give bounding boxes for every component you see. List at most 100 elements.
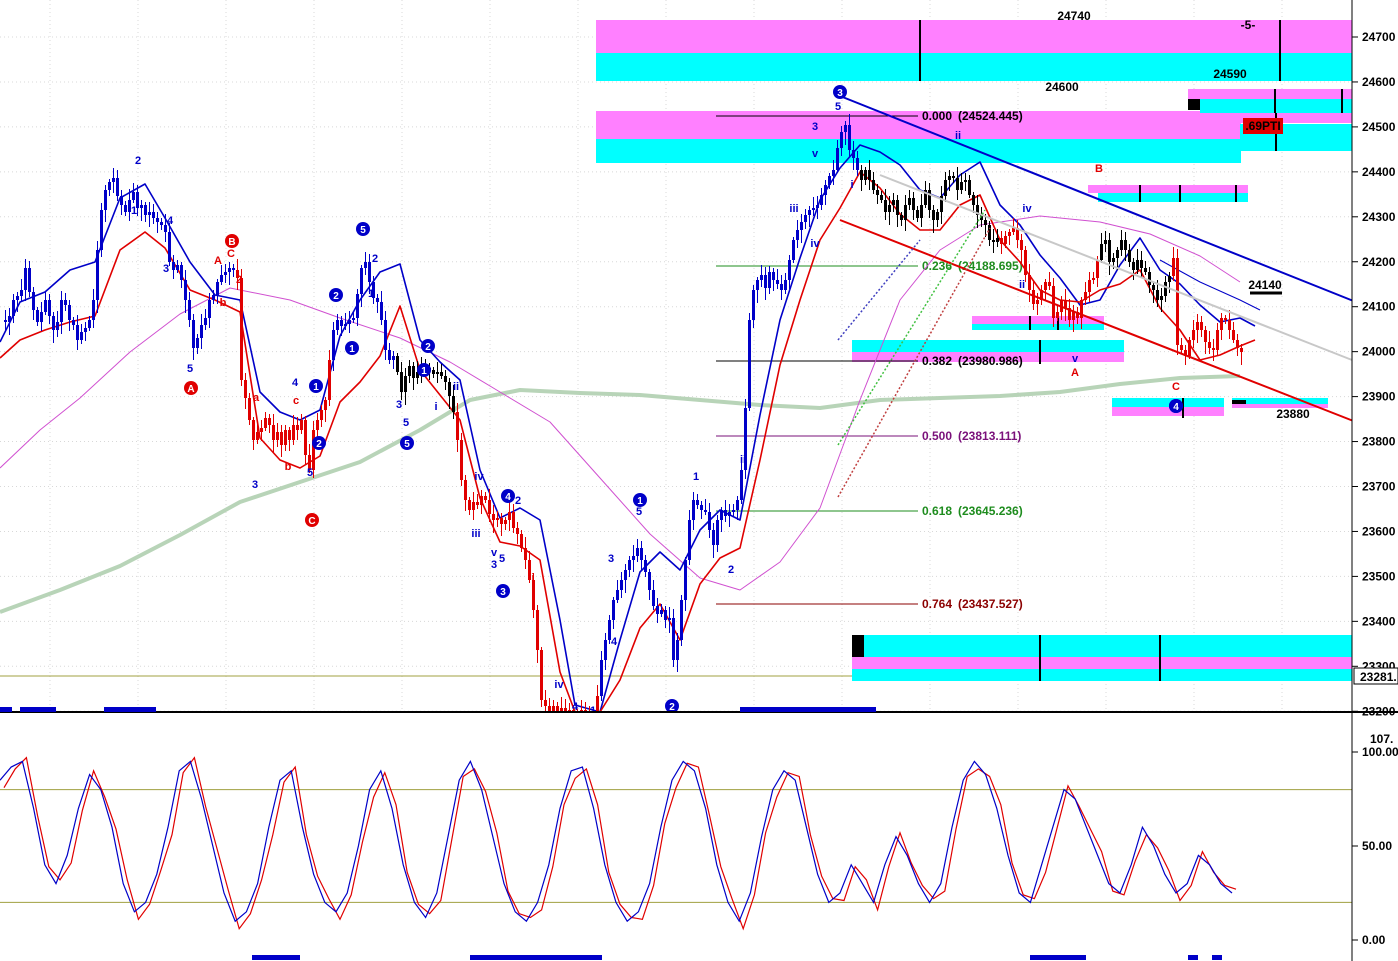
candle-body xyxy=(884,200,887,212)
candle-body xyxy=(344,324,347,326)
candle-body xyxy=(84,328,87,332)
wave-label: 4 xyxy=(292,377,299,389)
candle-body xyxy=(348,320,351,324)
candle-body xyxy=(1232,330,1235,340)
wave-label: 4 xyxy=(167,215,174,227)
wave-label: 2 xyxy=(372,253,378,265)
wave-label: ii xyxy=(740,454,746,466)
magenta-zone xyxy=(972,316,1104,324)
wave-label: 5 xyxy=(636,506,642,518)
candle-body xyxy=(448,382,451,396)
candle-body xyxy=(888,205,891,212)
candle-body xyxy=(284,430,287,445)
candle-body xyxy=(984,220,987,225)
candle-body xyxy=(536,610,539,650)
candle-body xyxy=(1100,244,1103,260)
candle-body xyxy=(488,500,491,514)
fib-value: (23980.986) xyxy=(958,354,1023,368)
candle-body xyxy=(192,320,195,348)
candle-body xyxy=(704,510,707,512)
candle-body xyxy=(1088,280,1091,292)
fib-ratio: 0.764 xyxy=(922,597,952,611)
wave-label-circled: 5 xyxy=(360,225,366,236)
candle-body xyxy=(168,232,171,262)
candle-body xyxy=(604,640,607,660)
candle-body xyxy=(296,425,299,430)
candle-body xyxy=(752,290,755,320)
candle-body xyxy=(512,512,515,528)
candle-body xyxy=(316,420,319,430)
candle-body xyxy=(80,332,83,340)
candle-body xyxy=(56,322,59,330)
candle-body xyxy=(1140,260,1143,268)
candle-body xyxy=(668,618,671,620)
wave-label-circled: 1 xyxy=(313,382,319,393)
axis-tick-label: 24200 xyxy=(1362,255,1396,269)
candle-body xyxy=(860,170,863,180)
price-level-label: 24590 xyxy=(1213,67,1247,81)
candle-body xyxy=(1056,312,1059,318)
candle-body xyxy=(364,262,367,268)
candle-body xyxy=(836,148,839,170)
magenta-zone xyxy=(852,657,1354,669)
candle-body xyxy=(1072,312,1075,320)
candle-body xyxy=(140,205,143,208)
candle-body xyxy=(440,372,443,376)
wave-label: 3 xyxy=(396,399,402,411)
signal-bar xyxy=(740,707,876,712)
axis-tick-label: 24400 xyxy=(1362,165,1396,179)
candle-body xyxy=(208,300,211,318)
zone-block-marker xyxy=(1188,99,1200,110)
candle-body xyxy=(172,262,175,270)
candle-body xyxy=(972,195,975,205)
fib-value: (23645.236) xyxy=(958,504,1023,518)
candle-body xyxy=(664,610,667,620)
wave-label: A xyxy=(214,255,222,267)
candle-body xyxy=(388,350,391,360)
wave-label-circled: 2 xyxy=(425,342,431,353)
candle-body xyxy=(1036,300,1039,304)
candle-body xyxy=(1024,250,1027,275)
candle-body xyxy=(444,376,447,382)
candle-body xyxy=(200,325,203,338)
oscillator-tick-label: 0.00 xyxy=(1362,933,1386,947)
oscillator-top-label: 107. xyxy=(1370,732,1393,746)
wave-label: 3 xyxy=(491,559,497,571)
tag-label: -5- xyxy=(1241,18,1256,32)
candle-body xyxy=(356,294,359,318)
zone-block-marker xyxy=(1232,400,1246,404)
oscillator-tick-label: 50.00 xyxy=(1362,839,1392,853)
axis-tick-label: 23900 xyxy=(1362,390,1396,404)
candle-body xyxy=(1136,260,1139,270)
candle-body xyxy=(696,500,699,505)
wave-label: 4 xyxy=(611,636,618,648)
candle-body xyxy=(116,178,119,196)
cyan-zone xyxy=(1200,99,1354,113)
candle-body xyxy=(464,480,467,500)
candle-body xyxy=(1164,282,1167,296)
candle-body xyxy=(184,280,187,300)
signal-bar xyxy=(470,955,602,960)
candle-body xyxy=(912,198,915,210)
candle-body xyxy=(1108,240,1111,262)
wave-label: iv xyxy=(554,679,564,691)
signal-bar xyxy=(1188,955,1198,960)
candle-body xyxy=(248,398,251,420)
candle-body xyxy=(288,430,291,440)
candle-body xyxy=(1224,318,1227,320)
stock-chart[interactable]: 0.000 (24524.445)0.236 (24188.695)0.382 (23… xyxy=(0,0,1398,961)
axis-tick-label: 23500 xyxy=(1362,569,1396,583)
candle-body xyxy=(472,502,475,510)
candle-body xyxy=(960,182,963,190)
candle-body xyxy=(492,514,495,520)
candle-body xyxy=(600,660,603,696)
axis-tick-label: 24600 xyxy=(1362,75,1396,89)
candle-body xyxy=(1180,345,1183,350)
candle-body xyxy=(48,300,51,316)
candle-body xyxy=(216,282,219,295)
fib-value: (23437.527) xyxy=(958,597,1023,611)
wave-label: ii xyxy=(453,381,459,393)
candle-body xyxy=(652,590,655,606)
candle-body xyxy=(264,418,267,428)
magenta-zone xyxy=(596,20,1352,53)
